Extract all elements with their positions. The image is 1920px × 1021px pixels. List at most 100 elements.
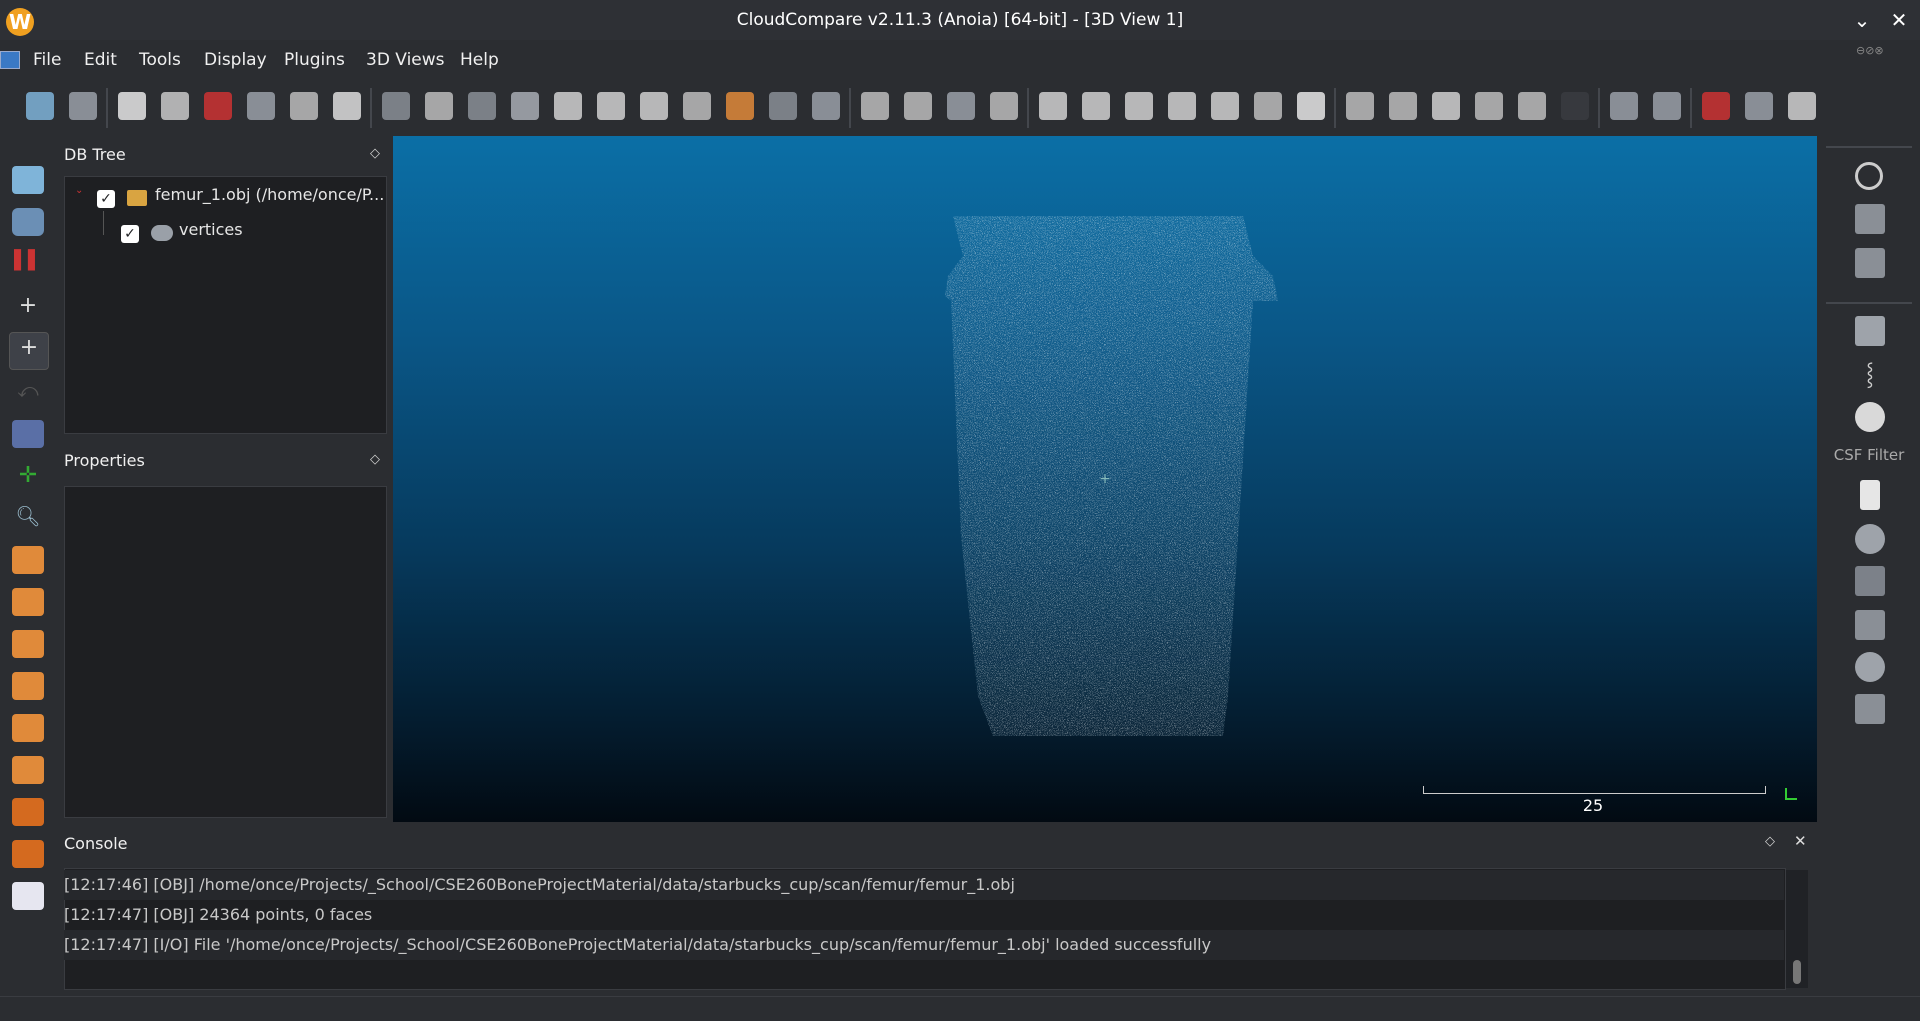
translate-icon[interactable] [904,92,932,120]
checker-icon[interactable] [769,92,797,120]
normals-n-icon[interactable] [1860,480,1880,510]
screen-icon[interactable] [12,166,44,194]
view-back-icon[interactable] [12,672,44,700]
normals-icon[interactable] [425,92,453,120]
menu-plugins[interactable]: Plugins [284,40,345,80]
m3c2-plugin-icon[interactable] [1855,566,1885,596]
close-window-button[interactable]: ✕ [1885,6,1913,34]
compute-icon[interactable] [1168,92,1196,120]
bucket-icon[interactable] [726,92,754,120]
filter-icon[interactable] [597,92,625,120]
divider [1826,302,1912,304]
stereo-icon[interactable]: ▌▌ [12,250,44,278]
sphere-icon[interactable] [1518,92,1546,120]
hpr-icon[interactable] [1855,524,1885,554]
flickr-icon[interactable] [12,882,44,910]
view-front-icon[interactable] [12,546,44,574]
center-icon[interactable]: ✛ [12,462,44,490]
toolbar-separator [1690,88,1692,128]
view-top-icon[interactable] [12,588,44,616]
cloud1-icon[interactable] [1346,92,1374,120]
cube-icon[interactable] [12,420,44,448]
calculator-icon[interactable] [1254,92,1282,120]
menu-edit[interactable]: Edit [84,40,117,80]
checkbox-vertices[interactable]: ✓ [121,225,139,243]
merge-icon[interactable] [290,92,318,120]
density-icon[interactable] [640,92,668,120]
brush-icon[interactable]: ⸾ [1855,358,1885,388]
compass-icon[interactable] [1855,402,1885,432]
tree-item-vertices[interactable]: vertices [179,220,243,239]
pivot-icon[interactable]: + [9,332,49,370]
plus-icon[interactable] [1211,92,1239,120]
camera-icon[interactable] [12,208,44,236]
tree-item-femur[interactable]: femur_1.obj (/home/once/P... [155,185,384,204]
zoom-icon[interactable]: 🔍︎ [12,504,44,532]
toolbar-separator [1027,88,1029,128]
menu-display[interactable]: Display [204,40,267,80]
graph-icon[interactable] [1082,92,1110,120]
open-icon[interactable] [26,92,54,120]
noise-icon[interactable] [554,92,582,120]
edl-icon[interactable] [1855,204,1885,234]
animation-icon[interactable] [1855,316,1885,346]
collapse-arrow-icon[interactable]: ⌄ [75,185,83,196]
iso1-icon[interactable] [12,798,44,826]
left-toolbar: ▌▌ + + ⤺ ✛ 🔍︎ [0,136,58,996]
segment-icon[interactable] [861,92,889,120]
path-icon[interactable] [1745,92,1773,120]
rotate-icon[interactable]: ⤺ [12,378,44,406]
subsample-icon[interactable] [468,92,496,120]
sf-icon[interactable] [1297,92,1325,120]
align2-icon[interactable] [1125,92,1153,120]
iso2-icon[interactable] [12,840,44,868]
mesh-icon[interactable] [511,92,539,120]
db-tree-title: DB Tree [64,145,126,164]
view-bottom-icon[interactable] [12,756,44,784]
view-left-icon[interactable] [12,630,44,658]
minimize-chevron-icon[interactable]: ⌄ [1848,6,1876,34]
float-icon[interactable]: ◇ [370,146,380,161]
pcv-icon[interactable] [1855,610,1885,640]
sphere-plugin-icon[interactable] [1855,652,1885,682]
float-icon[interactable]: ◇ [1765,834,1775,849]
crosshair-icon[interactable]: + [12,292,44,320]
ssao-icon[interactable] [1855,248,1885,278]
mls-icon[interactable] [1653,92,1681,120]
pick-icon[interactable] [204,92,232,120]
align-icon[interactable] [990,92,1018,120]
scale-bar-tick [1765,786,1766,794]
sor-icon[interactable] [812,92,840,120]
checkbox-femur[interactable]: ✓ [97,190,115,208]
menu-tools[interactable]: Tools [139,40,181,80]
sample-icon[interactable] [382,92,410,120]
console-line: [12:17:47] [OBJ] 24364 points, 0 faces [64,905,373,924]
console-scrollbar-thumb[interactable] [1793,960,1801,984]
float-icon[interactable]: ◇ [370,452,380,467]
mdi-controls-icon[interactable]: ⊖⊘⊗ [1856,44,1916,58]
m3c2-icon[interactable] [1610,92,1638,120]
cloud2-icon[interactable] [1389,92,1417,120]
view-right-icon[interactable] [12,714,44,742]
close-console-icon[interactable]: ✕ [1794,832,1807,850]
histogram-icon[interactable] [1039,92,1067,120]
3d-view[interactable]: + 25 [393,136,1817,822]
menu-help[interactable]: Help [460,40,499,80]
undo-icon[interactable] [1788,92,1816,120]
ransac-icon[interactable] [1855,694,1885,724]
menu-file[interactable]: File [33,40,61,80]
toolbar-separator [106,88,108,128]
menu-3d-views[interactable]: 3D Views [366,40,445,80]
doc1-icon[interactable] [1432,92,1460,120]
stop-icon[interactable] [1855,162,1883,190]
cc-icon[interactable] [683,92,711,120]
curve-icon[interactable] [1702,92,1730,120]
settings-icon[interactable] [118,92,146,120]
delete-icon[interactable] [333,92,361,120]
clone-icon[interactable] [247,92,275,120]
dark-icon[interactable] [1561,92,1589,120]
plane-icon[interactable] [947,92,975,120]
list-icon[interactable] [161,92,189,120]
doc2-icon[interactable] [1475,92,1503,120]
save-icon[interactable] [69,92,97,120]
